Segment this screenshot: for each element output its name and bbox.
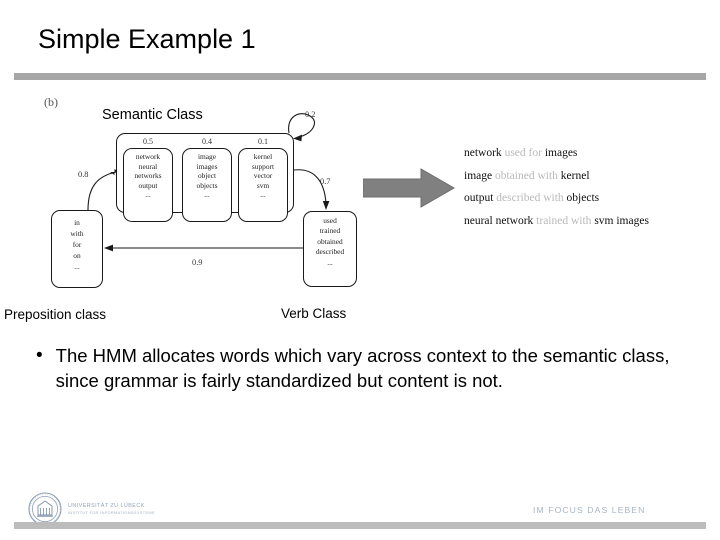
transition-label-prep-to-semantic: 0.8 [78, 170, 89, 179]
sentence-word: images [616, 214, 649, 227]
sentence-line-4: neural network trained with svm images [464, 210, 714, 233]
caption-preposition-class: Preposition class [4, 307, 107, 322]
preposition-state-box: in with for on ... [51, 210, 103, 288]
sentence-word: objects [566, 192, 600, 204]
state-word: svm [256, 180, 270, 190]
state-word: trained [319, 226, 341, 236]
state-word: obtained [317, 236, 343, 246]
state-word: objects [196, 180, 218, 190]
state-word: on [73, 251, 81, 260]
university-name-line2: INSTITUT FÜR INFORMATIONSSYSTEME [68, 510, 155, 515]
state-word: ... [327, 257, 333, 267]
sentence-word: image [464, 169, 493, 182]
sentence-word: images [544, 147, 578, 159]
state-word: ... [74, 262, 80, 271]
sentence-word: output [464, 192, 494, 204]
figure-panel-label: (b) [44, 95, 58, 109]
state-word: object [197, 171, 217, 181]
generated-sentences: network used for images image obtained w… [464, 142, 714, 232]
state-word: neural [138, 161, 158, 171]
sentence-word: neural [464, 214, 493, 227]
state-word: ... [145, 190, 151, 200]
sentence-word: with [543, 192, 564, 204]
state-word: support [251, 161, 275, 171]
state-word: output [138, 180, 158, 190]
sentence-word: obtained [494, 169, 535, 182]
bullet-marker: • [36, 345, 43, 366]
state-word: kernel [253, 152, 273, 161]
sentence-word: kernel [560, 169, 590, 182]
transition-label-semantic-to-verb: 0.7 [320, 177, 331, 186]
state-word: described [315, 247, 345, 257]
state-word: network [135, 152, 161, 161]
state-word: used [323, 216, 337, 225]
sentence-word: svm [594, 214, 614, 227]
verb-state-box: used trained obtained described ... [303, 211, 357, 287]
sentence-word: used [504, 147, 526, 159]
state-word: ... [204, 190, 210, 200]
footer-divider [14, 522, 706, 529]
university-name-line1: UNIVERSITÄT ZU LÜBECK [68, 503, 145, 509]
state-word: image [197, 152, 217, 161]
sentence-line-2: image obtained with kernel [464, 165, 714, 188]
state-word: with [70, 229, 84, 238]
sentence-word: with [537, 169, 558, 182]
state-probability-3: 0.1 [258, 137, 268, 146]
sentence-word: described [496, 192, 541, 204]
state-probability-2: 0.4 [202, 137, 212, 146]
semantic-state-box-1: network neural networks output ... [123, 148, 173, 222]
bullet-list: • The HMM allocates words which vary acr… [36, 344, 686, 393]
page-title: Simple Example 1 [38, 24, 256, 54]
state-word: ... [260, 190, 266, 200]
sentence-word: network [495, 214, 534, 227]
transition-label-self-loop: 0.2 [305, 110, 316, 119]
transition-label-verb-to-prep: 0.9 [192, 258, 203, 267]
semantic-class-title: Semantic Class [102, 107, 203, 123]
state-word: in [74, 218, 80, 227]
semantic-state-box-2: image images object objects ... [182, 148, 232, 222]
right-block-arrow-icon [362, 168, 456, 208]
sentence-line-1: network used for images [464, 142, 714, 165]
sentence-word: network [464, 147, 502, 159]
footer-slogan: IM FOCUS DAS LEBEN [533, 505, 646, 515]
title-divider [14, 73, 706, 80]
university-name: UNIVERSITÄT ZU LÜBECK INSTITUT FÜR INFOR… [68, 503, 155, 515]
sentence-word: for [528, 147, 542, 159]
sentence-line-3: output described with objects [464, 187, 714, 210]
caption-verb-class: Verb Class [281, 306, 347, 321]
sentence-word: trained [536, 214, 569, 227]
semantic-state-box-3: kernel support vector svm ... [238, 148, 288, 222]
state-word: vector [253, 171, 273, 181]
university-seal-logo-icon [28, 492, 62, 526]
state-probability-1: 0.5 [143, 137, 153, 146]
slide-canvas: Simple Example 1 (b) Semantic Class 0.5 … [0, 0, 720, 540]
state-word: for [72, 240, 82, 249]
state-word: images [196, 161, 218, 171]
state-word: networks [134, 171, 162, 181]
bullet-text: The HMM allocates words which vary acros… [55, 345, 670, 391]
sentence-word: with [570, 214, 592, 227]
